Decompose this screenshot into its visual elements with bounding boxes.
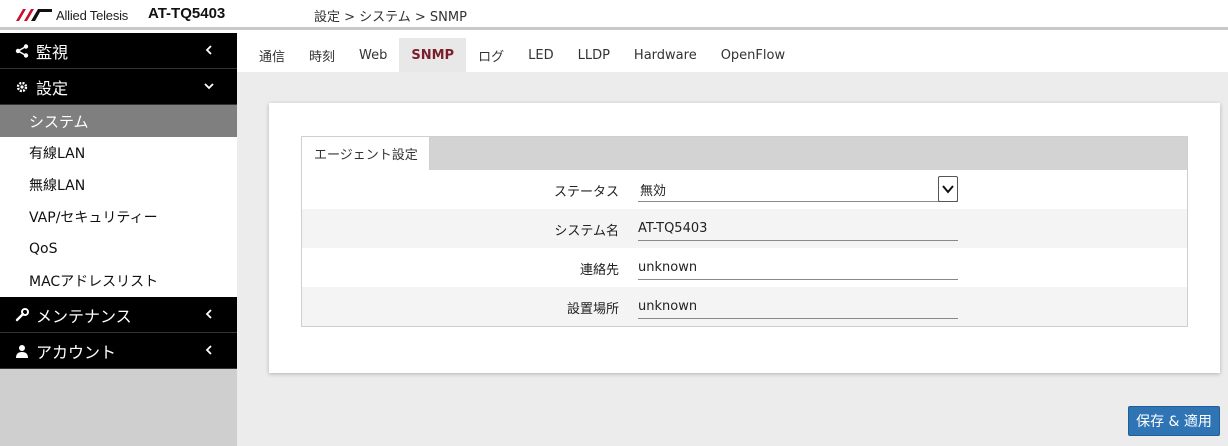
- brand-logo[interactable]: Allied Telesis: [16, 6, 128, 24]
- sidebar-section-maintenance[interactable]: メンテナンス: [0, 297, 237, 333]
- main-content: エージェント設定 ステータス 無効 システム名 連絡先 設置場: [237, 72, 1228, 446]
- sidebar-item-system[interactable]: システム: [0, 105, 237, 137]
- chevron-down-icon: [942, 185, 954, 194]
- tab-web[interactable]: Web: [347, 38, 399, 72]
- status-select[interactable]: 無効: [638, 176, 958, 202]
- sidebar: 監視 設定 システム 有線LAN 無線LAN VAP/セキュリティー QoS M…: [0, 33, 237, 446]
- sidebar-section-settings[interactable]: 設定: [0, 69, 237, 105]
- tab-log[interactable]: ログ: [466, 38, 516, 72]
- sidebar-section-label: アカウント: [36, 342, 117, 362]
- app-header: Allied Telesis AT-TQ5403 設定 > システム > SNM…: [0, 0, 1228, 30]
- breadcrumb: 設定 > システム > SNMP: [314, 10, 467, 25]
- chevron-left-icon: [205, 345, 212, 355]
- tab-agent-settings[interactable]: エージェント設定: [302, 137, 430, 170]
- settings-tabs: 通信 時刻 Web SNMP ログ LED LLDP Hardware Open…: [237, 38, 1228, 72]
- dropdown-toggle[interactable]: [938, 176, 958, 202]
- tab-hardware[interactable]: Hardware: [622, 38, 709, 72]
- contact-input[interactable]: [638, 256, 958, 280]
- tab-communication[interactable]: 通信: [247, 38, 297, 72]
- wrench-icon: [14, 307, 30, 323]
- device-model: AT-TQ5403: [148, 5, 226, 22]
- sidebar-item-vap-security[interactable]: VAP/セキュリティー: [0, 201, 237, 233]
- sidebar-section-account[interactable]: アカウント: [0, 333, 237, 369]
- agent-settings-group: エージェント設定 ステータス 無効 システム名 連絡先 設置場: [301, 136, 1188, 327]
- chevron-down-icon: [204, 83, 214, 90]
- brand-name: Allied Telesis: [56, 7, 129, 23]
- snmp-panel: エージェント設定 ステータス 無効 システム名 連絡先 設置場: [269, 103, 1220, 373]
- sidebar-item-wireless-lan[interactable]: 無線LAN: [0, 169, 237, 201]
- sidebar-section-label: 監視: [36, 42, 69, 62]
- sidebar-item-mac-address-list[interactable]: MACアドレスリスト: [0, 265, 237, 297]
- location-row: 設置場所: [302, 287, 1187, 326]
- contact-row: 連絡先: [302, 248, 1187, 287]
- status-selected-value: 無効: [640, 184, 667, 199]
- location-input[interactable]: [638, 295, 958, 319]
- gear-icon: [14, 79, 30, 95]
- chevron-left-icon: [205, 309, 212, 319]
- user-icon: [14, 343, 30, 359]
- sidebar-section-label: 設定: [36, 78, 69, 98]
- system-name-row: システム名: [302, 209, 1187, 248]
- sidebar-item-qos[interactable]: QoS: [0, 233, 237, 265]
- contact-label: 連絡先: [579, 263, 619, 278]
- system-name-label: システム名: [554, 224, 619, 239]
- system-name-input[interactable]: [638, 217, 958, 241]
- save-apply-button[interactable]: 保存 & 適用: [1128, 406, 1220, 436]
- tab-time[interactable]: 時刻: [297, 38, 347, 72]
- tab-openflow[interactable]: OpenFlow: [709, 38, 797, 72]
- location-label: 設置場所: [566, 302, 619, 317]
- chevron-left-icon: [205, 45, 212, 55]
- tab-snmp[interactable]: SNMP: [399, 38, 467, 72]
- status-label: ステータス: [553, 185, 619, 200]
- status-row: ステータス 無効: [302, 170, 1187, 209]
- allied-telesis-logo-icon: [16, 9, 52, 21]
- sidebar-section-label: メンテナンス: [36, 306, 132, 326]
- sidebar-section-monitor[interactable]: 監視: [0, 33, 237, 69]
- tab-led[interactable]: LED: [516, 38, 565, 72]
- share-icon: [14, 43, 30, 59]
- tab-lldp[interactable]: LLDP: [566, 38, 622, 72]
- group-header: エージェント設定: [302, 137, 1187, 170]
- sidebar-item-wired-lan[interactable]: 有線LAN: [0, 137, 237, 169]
